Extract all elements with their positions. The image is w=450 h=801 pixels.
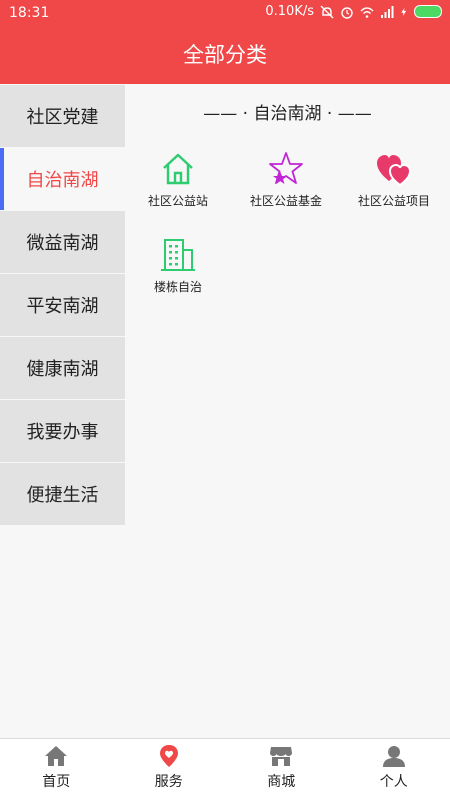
signal-icon <box>380 5 394 19</box>
network-speed: 0.10K/s <box>265 4 314 19</box>
sidebar-item-label: 微益南湖 <box>27 229 99 255</box>
sidebar-item-services[interactable]: 我要办事 <box>0 400 125 462</box>
grid-item-label: 社区公益项目 <box>341 192 447 209</box>
status-icons: 0.10K/s <box>265 4 442 19</box>
wifi-icon <box>360 5 374 19</box>
grid-item-label: 社区公益站 <box>125 192 231 209</box>
sidebar-item-charity[interactable]: 微益南湖 <box>0 211 125 273</box>
home-icon <box>44 744 68 768</box>
title-bar: 全部分类 <box>0 26 450 84</box>
bottom-nav: 首页 服务 商城 个人 <box>0 738 450 801</box>
nav-tab-home[interactable]: 首页 <box>0 739 113 801</box>
charging-icon <box>400 5 408 19</box>
nav-tab-store[interactable]: 商城 <box>225 739 338 801</box>
section-title: —— · 自治南湖 · —— <box>125 99 450 123</box>
sidebar-item-label: 健康南湖 <box>27 355 99 381</box>
store-icon <box>269 744 293 768</box>
grid-item-welfare-project[interactable]: 社区公益项目 <box>341 151 447 209</box>
category-content: —— · 自治南湖 · —— 社区公益站 社区公益基金 社区公益项目 <box>125 85 450 123</box>
sidebar-item-label: 平安南湖 <box>27 292 99 318</box>
location-pin-icon <box>157 744 181 768</box>
nav-label: 商城 <box>225 771 338 791</box>
building-icon <box>160 237 196 273</box>
status-bar: 18:31 0.10K/s <box>0 0 450 26</box>
sidebar-item-party-building[interactable]: 社区党建 <box>0 85 125 147</box>
sidebar-item-label: 社区党建 <box>27 103 99 129</box>
alarm-clock-icon <box>340 5 354 19</box>
nav-tab-profile[interactable]: 个人 <box>338 739 450 801</box>
nav-tab-services[interactable]: 服务 <box>113 739 226 801</box>
hearts-icon <box>375 151 413 187</box>
status-time: 18:31 <box>9 5 49 21</box>
sidebar-item-safety[interactable]: 平安南湖 <box>0 274 125 336</box>
mute-bell-icon <box>320 5 334 19</box>
nav-label: 个人 <box>338 771 450 791</box>
grid-item-building-autonomy[interactable]: 楼栋自治 <box>125 237 231 295</box>
grid-item-label: 楼栋自治 <box>125 278 231 295</box>
person-icon <box>382 744 406 768</box>
nav-label: 服务 <box>113 771 226 791</box>
nav-label: 首页 <box>0 771 113 791</box>
sidebar-item-label: 我要办事 <box>27 418 99 444</box>
sidebar-item-convenient-life[interactable]: 便捷生活 <box>0 463 125 525</box>
sidebar-item-label: 便捷生活 <box>27 481 99 507</box>
house-icon <box>160 151 196 187</box>
grid-item-label: 社区公益基金 <box>233 192 339 209</box>
category-sidebar: 社区党建 自治南湖 微益南湖 平安南湖 健康南湖 我要办事 便捷生活 <box>0 85 125 526</box>
sidebar-item-autonomy[interactable]: 自治南湖 <box>0 148 125 210</box>
sidebar-item-health[interactable]: 健康南湖 <box>0 337 125 399</box>
page-title: 全部分类 <box>183 43 267 67</box>
battery-icon <box>414 5 442 18</box>
star-icon <box>268 151 304 187</box>
sidebar-item-label: 自治南湖 <box>27 166 99 192</box>
grid-item-public-welfare-station[interactable]: 社区公益站 <box>125 151 231 209</box>
grid-item-welfare-fund[interactable]: 社区公益基金 <box>233 151 339 209</box>
